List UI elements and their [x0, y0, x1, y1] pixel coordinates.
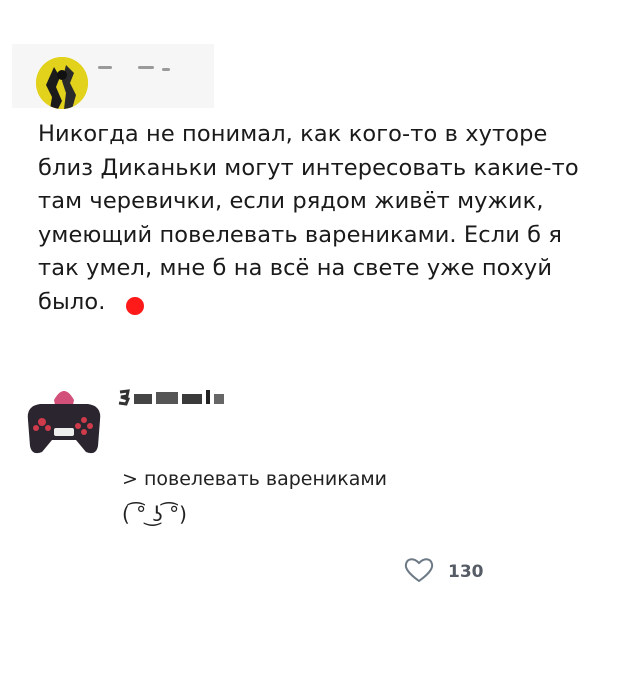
gamepad-avatar-image	[27, 391, 101, 454]
author-name-blurred[interactable]	[118, 386, 230, 408]
like-row: 130	[404, 558, 484, 586]
avatar-image	[36, 57, 88, 109]
avatar[interactable]	[20, 380, 108, 460]
blurred-name-image	[118, 389, 224, 406]
comment-lenny-face: ( ͡° ͜ʖ ͡°)	[122, 502, 187, 526]
post-text: Никогда не понимал, как кого-то в хуторе…	[38, 121, 579, 315]
author-name-blurred[interactable]	[98, 60, 184, 72]
censor-dot	[126, 297, 144, 315]
comment-quote: > повелевать варениками	[122, 468, 388, 490]
like-count: 130	[448, 562, 484, 582]
avatar[interactable]	[36, 57, 88, 109]
heart-icon[interactable]	[404, 557, 434, 587]
